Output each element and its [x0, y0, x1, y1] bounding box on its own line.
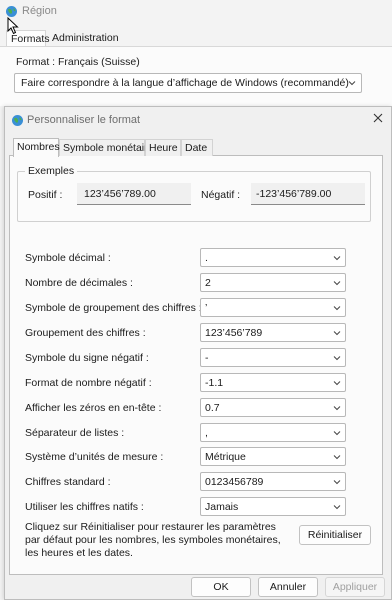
standard-digits-value: 0123456789: [205, 476, 264, 488]
leading-zeros-label: Afficher les zéros en en-tête :: [25, 402, 162, 414]
format-select-value: Faire correspondre à la langue d’afficha…: [21, 77, 349, 89]
dialog-title: Personnaliser le format: [27, 114, 141, 126]
measurement-system-label: Système d’unités de mesure :: [25, 451, 164, 463]
chevron-down-icon: [333, 478, 341, 486]
outer-window-title: Région: [22, 5, 57, 17]
negative-example-value: -123’456’789.00: [256, 188, 332, 200]
negative-sign-symbol-select[interactable]: -: [200, 348, 346, 367]
decimal-places-label: Nombre de décimales :: [25, 277, 133, 289]
mouse-pointer-icon: [7, 16, 19, 35]
list-separator-label: Séparateur de listes :: [25, 427, 125, 439]
close-icon[interactable]: [372, 112, 384, 124]
digit-grouping-select[interactable]: 123’456’789: [200, 323, 346, 342]
chevron-down-icon: [333, 279, 341, 287]
negative-example-field: -123’456’789.00: [251, 183, 365, 205]
leading-zeros-select[interactable]: 0.7: [200, 398, 346, 417]
format-select[interactable]: Faire correspondre à la langue d’afficha…: [14, 73, 362, 93]
reset-button[interactable]: Réinitialiser: [299, 525, 371, 545]
positive-label: Positif :: [28, 189, 63, 201]
positive-example-value: 123’456’789.00: [84, 188, 156, 200]
tab-currency-symbol[interactable]: Symbole monétaire: [59, 139, 153, 156]
reset-description: Cliquez sur Réinitialiser pour restaurer…: [25, 521, 281, 559]
format-label: Format : Français (Suisse): [16, 56, 140, 68]
list-separator-value: ,: [205, 427, 208, 439]
tab-date[interactable]: Date: [181, 139, 213, 156]
negative-sign-symbol-label: Symbole du signe négatif :: [25, 352, 149, 364]
tab-numbers[interactable]: Nombres: [13, 138, 60, 157]
chevron-down-icon: [333, 429, 341, 437]
chevron-down-icon: [333, 379, 341, 387]
customize-format-dialog: Personnaliser le format Nombres Symbole …: [4, 106, 392, 600]
tab-administration[interactable]: Administration: [48, 30, 119, 46]
chevron-down-icon: [348, 79, 356, 87]
standard-digits-select[interactable]: 0123456789: [200, 472, 346, 491]
native-digits-value: Jamais: [205, 501, 239, 513]
measurement-system-value: Métrique: [205, 451, 246, 463]
decimal-symbol-select[interactable]: .: [200, 248, 346, 267]
native-digits-select[interactable]: Jamais: [200, 497, 346, 516]
chevron-down-icon: [333, 503, 341, 511]
outer-titlebar: [0, 0, 392, 24]
standard-digits-label: Chiffres standard :: [25, 476, 111, 488]
digit-grouping-symbol-select[interactable]: ’: [200, 298, 346, 317]
chevron-down-icon: [333, 453, 341, 461]
apply-button[interactable]: Appliquer: [325, 577, 385, 597]
negative-number-format-select[interactable]: -1.1: [200, 373, 346, 392]
cancel-button[interactable]: Annuler: [258, 577, 318, 597]
decimal-places-select[interactable]: 2: [200, 273, 346, 292]
decimal-places-value: 2: [205, 277, 211, 289]
digit-grouping-symbol-value: ’: [205, 302, 208, 314]
digit-grouping-value: 123’456’789: [205, 327, 263, 339]
chevron-down-icon: [333, 354, 341, 362]
leading-zeros-value: 0.7: [205, 402, 220, 414]
negative-number-format-label: Format de nombre négatif :: [25, 377, 152, 389]
native-digits-label: Utiliser les chiffres natifs :: [25, 501, 144, 513]
decimal-symbol-label: Symbole décimal :: [25, 252, 111, 264]
globe-icon: [11, 114, 24, 127]
examples-title: Exemples: [25, 165, 78, 177]
negative-label: Négatif :: [201, 189, 241, 201]
tab-time[interactable]: Heure: [145, 139, 181, 156]
negative-sign-symbol-value: -: [205, 352, 209, 364]
negative-number-format-value: -1.1: [205, 377, 224, 389]
decimal-symbol-value: .: [205, 252, 208, 264]
chevron-down-icon: [333, 254, 341, 262]
digit-grouping-symbol-label: Symbole de groupement des chiffres :: [25, 302, 202, 314]
chevron-down-icon: [333, 304, 341, 312]
measurement-system-select[interactable]: Métrique: [200, 447, 346, 466]
digit-grouping-label: Groupement des chiffres :: [25, 327, 146, 339]
ok-button[interactable]: OK: [191, 577, 251, 597]
chevron-down-icon: [333, 404, 341, 412]
list-separator-select[interactable]: ,: [200, 423, 346, 442]
chevron-down-icon: [333, 329, 341, 337]
positive-example-field: 123’456’789.00: [77, 183, 191, 205]
